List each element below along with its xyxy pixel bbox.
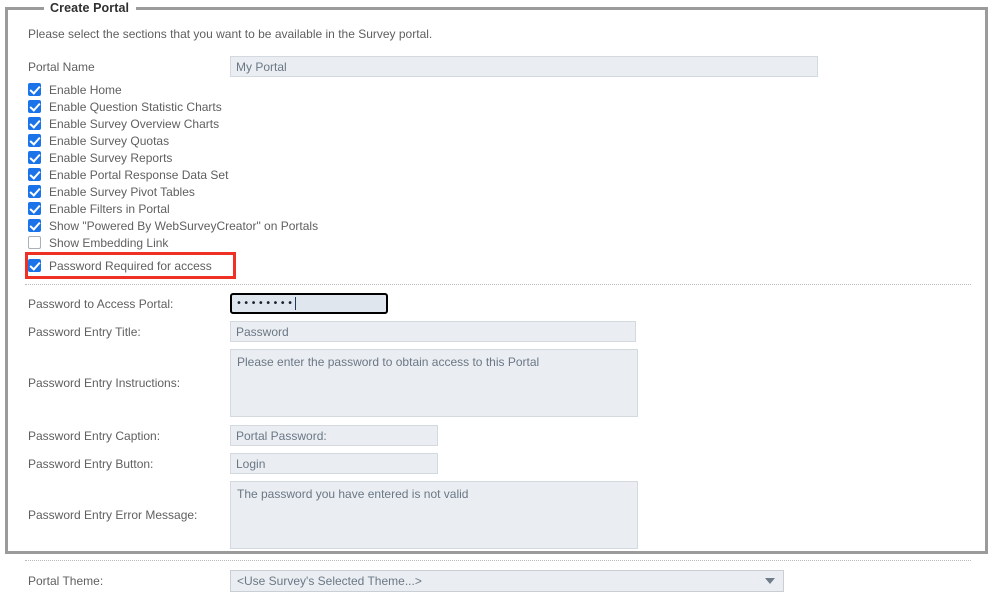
portal-theme-select-wrap[interactable]: <Use Survey's Selected Theme...> [230, 570, 784, 592]
password-entry-button-row: Password Entry Button: Login [25, 453, 971, 474]
checkbox-unchecked-icon[interactable] [28, 236, 41, 249]
checkbox-label: Enable Survey Pivot Tables [49, 184, 195, 199]
password-to-access-portal-field[interactable]: •••••••• [230, 293, 388, 314]
password-entry-instructions-row: Password Entry Instructions: Please ente… [25, 349, 971, 417]
checkbox-label: Enable Filters in Portal [49, 201, 170, 216]
portal-name-input[interactable]: My Portal [230, 56, 818, 77]
checkbox-label: Enable Portal Response Data Set [49, 167, 229, 182]
checkbox-label: Show Embedding Link [49, 235, 169, 250]
checkbox-label: Enable Question Statistic Charts [49, 99, 222, 114]
checkbox-row-filters-in-portal[interactable]: Enable Filters in Portal [28, 200, 971, 217]
password-entry-instructions-textarea[interactable]: Please enter the password to obtain acce… [230, 349, 638, 417]
intro-text: Please select the sections that you want… [28, 27, 433, 41]
checkbox-row-question-statistic-charts[interactable]: Enable Question Statistic Charts [28, 98, 971, 115]
checkbox-checked-icon[interactable] [28, 202, 41, 215]
checkbox-row-survey-quotas[interactable]: Enable Survey Quotas [28, 132, 971, 149]
checkbox-checked-icon[interactable] [28, 168, 41, 181]
checkbox-row-show-embedding-link[interactable]: Show Embedding Link [28, 234, 971, 251]
checkbox-checked-icon[interactable] [28, 259, 41, 272]
checkbox-row-enable-home[interactable]: Enable Home [28, 81, 971, 98]
checkbox-checked-icon[interactable] [28, 219, 41, 232]
checkbox-checked-icon[interactable] [28, 134, 41, 147]
checkbox-label: Enable Survey Overview Charts [49, 116, 220, 131]
checkbox-checked-icon[interactable] [28, 100, 41, 113]
panel-body: Please select the sections that you want… [8, 10, 985, 592]
section-divider [25, 284, 971, 285]
portal-theme-label: Portal Theme: [28, 574, 104, 588]
chevron-down-icon[interactable] [765, 578, 775, 584]
password-entry-title-label: Password Entry Title: [28, 324, 141, 339]
password-input-focused[interactable]: •••••••• [230, 293, 388, 314]
sections-checkbox-list: Enable Home Enable Question Statistic Ch… [25, 81, 971, 274]
checkbox-row-powered-by-websurveycreator[interactable]: Show "Powered By WebSurveyCreator" on Po… [28, 217, 971, 234]
password-entry-caption-label: Password Entry Caption: [28, 428, 161, 443]
checkbox-row-survey-overview-charts[interactable]: Enable Survey Overview Charts [28, 115, 971, 132]
checkbox-label: Password Required for access [49, 258, 212, 273]
password-entry-title-row: Password Entry Title: Password [25, 321, 971, 342]
password-entry-caption-row: Password Entry Caption: Portal Password: [25, 425, 971, 446]
checkbox-label: Enable Home [49, 82, 122, 97]
create-portal-panel: Create Portal Please select the sections… [5, 1, 988, 592]
portal-theme-row: Portal Theme: <Use Survey's Selected The… [25, 570, 971, 592]
password-entry-error-row: Password Entry Error Message: The passwo… [25, 481, 971, 549]
text-caret [295, 297, 297, 310]
password-entry-button-input[interactable]: Login [230, 453, 438, 474]
password-entry-error-textarea[interactable]: The password you have entered is not val… [230, 481, 638, 549]
checkbox-checked-icon[interactable] [28, 151, 41, 164]
password-entry-title-input[interactable]: Password [230, 321, 636, 342]
password-entry-error-label: Password Entry Error Message: [28, 508, 198, 522]
password-entry-button-label: Password Entry Button: [28, 456, 154, 471]
password-entry-instructions-label: Password Entry Instructions: [28, 376, 181, 390]
checkbox-row-survey-reports[interactable]: Enable Survey Reports [28, 149, 971, 166]
checkbox-label: Enable Survey Reports [49, 150, 173, 165]
password-to-access-portal-label: Password to Access Portal: [28, 296, 174, 311]
password-masked-value: •••••••• [236, 297, 295, 309]
portal-name-label: Portal Name [28, 59, 95, 74]
portal-theme-select[interactable]: <Use Survey's Selected Theme...> [230, 570, 784, 592]
checkbox-row-password-required[interactable]: Password Required for access [28, 257, 971, 274]
portal-name-row: Portal Name My Portal [25, 56, 971, 77]
checkbox-label: Enable Survey Quotas [49, 133, 170, 148]
checkbox-label: Show "Powered By WebSurveyCreator" on Po… [49, 218, 319, 233]
checkbox-checked-icon[interactable] [28, 117, 41, 130]
theme-divider [25, 560, 971, 561]
checkbox-checked-icon[interactable] [28, 185, 41, 198]
password-entry-caption-input[interactable]: Portal Password: [230, 425, 438, 446]
checkbox-row-survey-pivot-tables[interactable]: Enable Survey Pivot Tables [28, 183, 971, 200]
checkbox-row-portal-response-data-set[interactable]: Enable Portal Response Data Set [28, 166, 971, 183]
password-to-access-portal-row: Password to Access Portal: •••••••• [25, 293, 971, 314]
checkbox-checked-icon[interactable] [28, 83, 41, 96]
